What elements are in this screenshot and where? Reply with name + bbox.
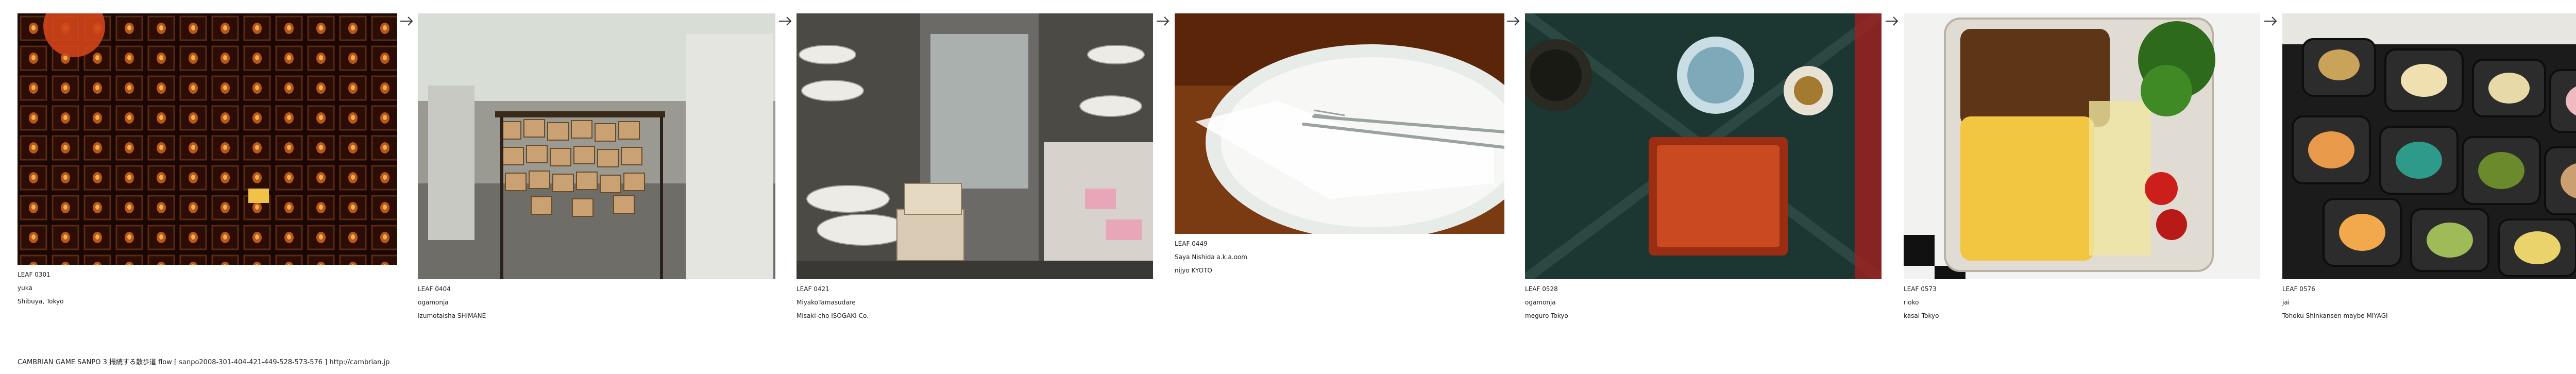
right-arrow-icon: [1505, 13, 1521, 29]
leaf-id: LEAF 0421: [796, 285, 829, 293]
leaf-place: nijyo KYOTO: [1175, 267, 1212, 274]
leaf-id: LEAF 0573: [1904, 285, 1937, 293]
right-arrow-icon: [2263, 13, 2278, 29]
leaf-user: rioko: [1904, 299, 1919, 306]
right-arrow-icon: [1155, 13, 1171, 29]
footer-text: CAMBRIAN GAME SANPO 3 撮続する散歩道 flow [ san…: [18, 359, 390, 366]
ema-shrine-photo[interactable]: [418, 13, 775, 279]
leaf-user: MiyakoTamasudare: [796, 299, 856, 306]
lanterns-photo[interactable]: [18, 13, 397, 265]
leaf-user: jai: [2282, 299, 2290, 306]
leaf-place: kasai Tokyo: [1904, 312, 1939, 319]
bento-soboro-photo[interactable]: [1904, 13, 2260, 279]
right-arrow-icon: [777, 13, 793, 29]
leaf-place: Misaki-cho ISOGAKI Co.: [796, 312, 869, 319]
bento-box-photo[interactable]: [2282, 13, 2576, 279]
leaf-id: LEAF 0404: [418, 285, 451, 293]
dish-store-photo[interactable]: [796, 13, 1153, 279]
table-dishes-photo[interactable]: [1525, 13, 1882, 279]
leaf-id: LEAF 0576: [2282, 285, 2315, 293]
right-arrow-icon: [1884, 13, 1900, 29]
leaf-id: LEAF 0528: [1525, 285, 1558, 293]
plate-fork-photo[interactable]: [1175, 13, 1504, 234]
right-arrow-icon: [399, 13, 414, 29]
leaf-place: Shibuya, Tokyo: [18, 298, 64, 305]
leaf-place: Tohoku Shinkansen maybe MIYAGI: [2282, 312, 2388, 319]
leaf-user: Saya Nishida a.k.a.oom: [1175, 253, 1247, 261]
leaf-id: LEAF 0301: [18, 271, 50, 278]
leaf-id: LEAF 0449: [1175, 240, 1208, 247]
leaf-place: meguro Tokyo: [1525, 312, 1568, 319]
leaf-user: yuka: [18, 284, 32, 292]
leaf-user: ogamonja: [418, 299, 449, 306]
leaf-place: Izumotaisha SHIMANE: [418, 312, 486, 319]
leaf-user: ogamonja: [1525, 299, 1556, 306]
